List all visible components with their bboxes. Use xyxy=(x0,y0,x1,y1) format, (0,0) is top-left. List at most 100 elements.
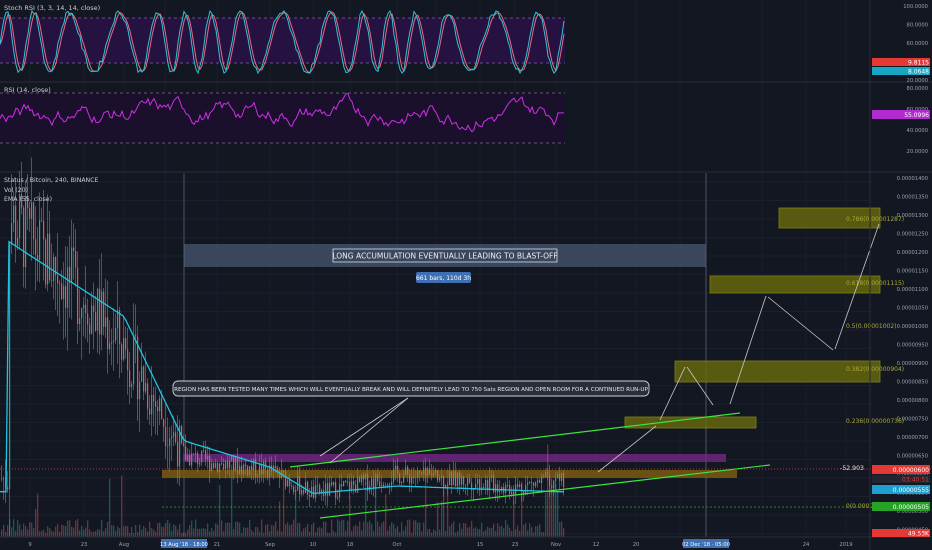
time-tick-label: 21 xyxy=(214,542,221,548)
volume-bar xyxy=(151,527,153,537)
candle-body xyxy=(145,383,147,392)
volume-bar xyxy=(269,531,271,537)
candle-body xyxy=(455,470,457,487)
candle-body xyxy=(371,478,373,487)
volume-bar xyxy=(279,501,281,537)
candle-body xyxy=(203,450,205,452)
candle-body xyxy=(17,237,19,247)
volume-bar xyxy=(559,522,561,537)
price-tick-label: 0.00001400 xyxy=(897,176,928,182)
candle-body xyxy=(75,251,77,268)
volume-bar xyxy=(527,530,529,537)
rsi-pane[interactable]: RSI (14, close) xyxy=(0,86,565,144)
candle-body xyxy=(129,370,131,388)
volume-bar xyxy=(291,524,293,537)
price-tick-label: 0.00000650 xyxy=(897,454,928,460)
volume-bar xyxy=(263,532,265,537)
volume-bar xyxy=(299,522,301,537)
candle-body xyxy=(111,341,113,344)
volume-bar xyxy=(95,531,97,537)
volume-bar xyxy=(329,532,331,537)
volume-bar xyxy=(73,527,75,537)
candle-body xyxy=(143,366,145,392)
volume-bar xyxy=(389,525,391,537)
candle-body xyxy=(307,482,309,495)
volume-bar xyxy=(325,521,327,537)
volume-bar xyxy=(293,519,295,537)
volume-bar xyxy=(139,524,141,537)
candle-body xyxy=(85,304,87,314)
volume-bar xyxy=(19,524,21,537)
volume-bar xyxy=(491,527,493,537)
volume-bar xyxy=(185,532,187,537)
volume-bar xyxy=(155,531,157,537)
volume-bar xyxy=(289,525,291,537)
candle-body xyxy=(259,464,261,476)
candle-body xyxy=(119,310,121,345)
candle-body xyxy=(149,408,151,415)
candle-body xyxy=(445,485,447,487)
volume-bar xyxy=(71,526,73,537)
candle-body xyxy=(47,233,49,285)
candle-body xyxy=(1,478,3,480)
volume-bar xyxy=(495,531,497,537)
volume-bar xyxy=(249,519,251,537)
volume-bar xyxy=(55,526,57,537)
candle-body xyxy=(343,481,345,487)
candle-body xyxy=(451,471,453,486)
candle-body xyxy=(81,308,83,319)
candle-body xyxy=(399,473,401,484)
volume-bar xyxy=(221,520,223,537)
candle-body xyxy=(425,467,427,476)
volume-bar xyxy=(347,520,349,537)
volume-bar xyxy=(483,531,485,537)
candle-body xyxy=(95,311,97,331)
volume-bar xyxy=(331,519,333,537)
candle-body xyxy=(233,455,235,471)
volume-bar xyxy=(339,521,341,537)
candle-body xyxy=(73,247,75,252)
volume-bar xyxy=(561,521,563,537)
candle-body xyxy=(439,478,441,481)
stoch-tick-label: 60.0000 xyxy=(907,41,928,47)
candle-body xyxy=(305,482,307,494)
candle-body xyxy=(549,474,551,487)
candle-body xyxy=(161,398,163,420)
price-badge-text: 0.00000600 xyxy=(893,467,929,474)
volume-bar xyxy=(305,527,307,537)
volume-bar xyxy=(15,530,17,537)
candle-body xyxy=(165,426,167,446)
volume-bar xyxy=(365,481,367,537)
volume-bar xyxy=(115,531,117,537)
candle-body xyxy=(309,494,311,498)
volume-bar xyxy=(197,528,199,537)
volume-bar xyxy=(57,524,59,537)
candle-body xyxy=(317,485,319,486)
candle-body xyxy=(319,485,321,494)
volume-bar xyxy=(223,531,225,537)
volume-bar xyxy=(459,523,461,537)
candle-body xyxy=(267,468,269,478)
volume-bar xyxy=(87,520,89,537)
candle-body xyxy=(423,467,425,475)
volume-bar xyxy=(427,529,429,537)
volume-bar xyxy=(137,532,139,537)
volume-bar xyxy=(511,530,513,537)
candle-body xyxy=(133,334,135,385)
candle-body xyxy=(77,267,79,325)
volume-bar xyxy=(51,530,53,537)
volume-bar xyxy=(277,530,279,537)
volume-bar xyxy=(121,475,123,537)
volume-bar xyxy=(111,525,113,537)
resistance-zone[interactable] xyxy=(183,454,726,462)
chart-canvas[interactable]: Stoch RSI (3, 3, 14, 14, close) RSI (14,… xyxy=(0,0,932,550)
volume-bar xyxy=(153,529,155,537)
volume-bar xyxy=(425,475,427,537)
candle-body xyxy=(349,481,351,491)
volume-bar xyxy=(273,525,275,537)
candle-body xyxy=(237,457,239,474)
volume-bar xyxy=(385,494,387,537)
candle-body xyxy=(245,464,247,467)
candle-body xyxy=(561,473,563,481)
volume-bar xyxy=(353,526,355,537)
